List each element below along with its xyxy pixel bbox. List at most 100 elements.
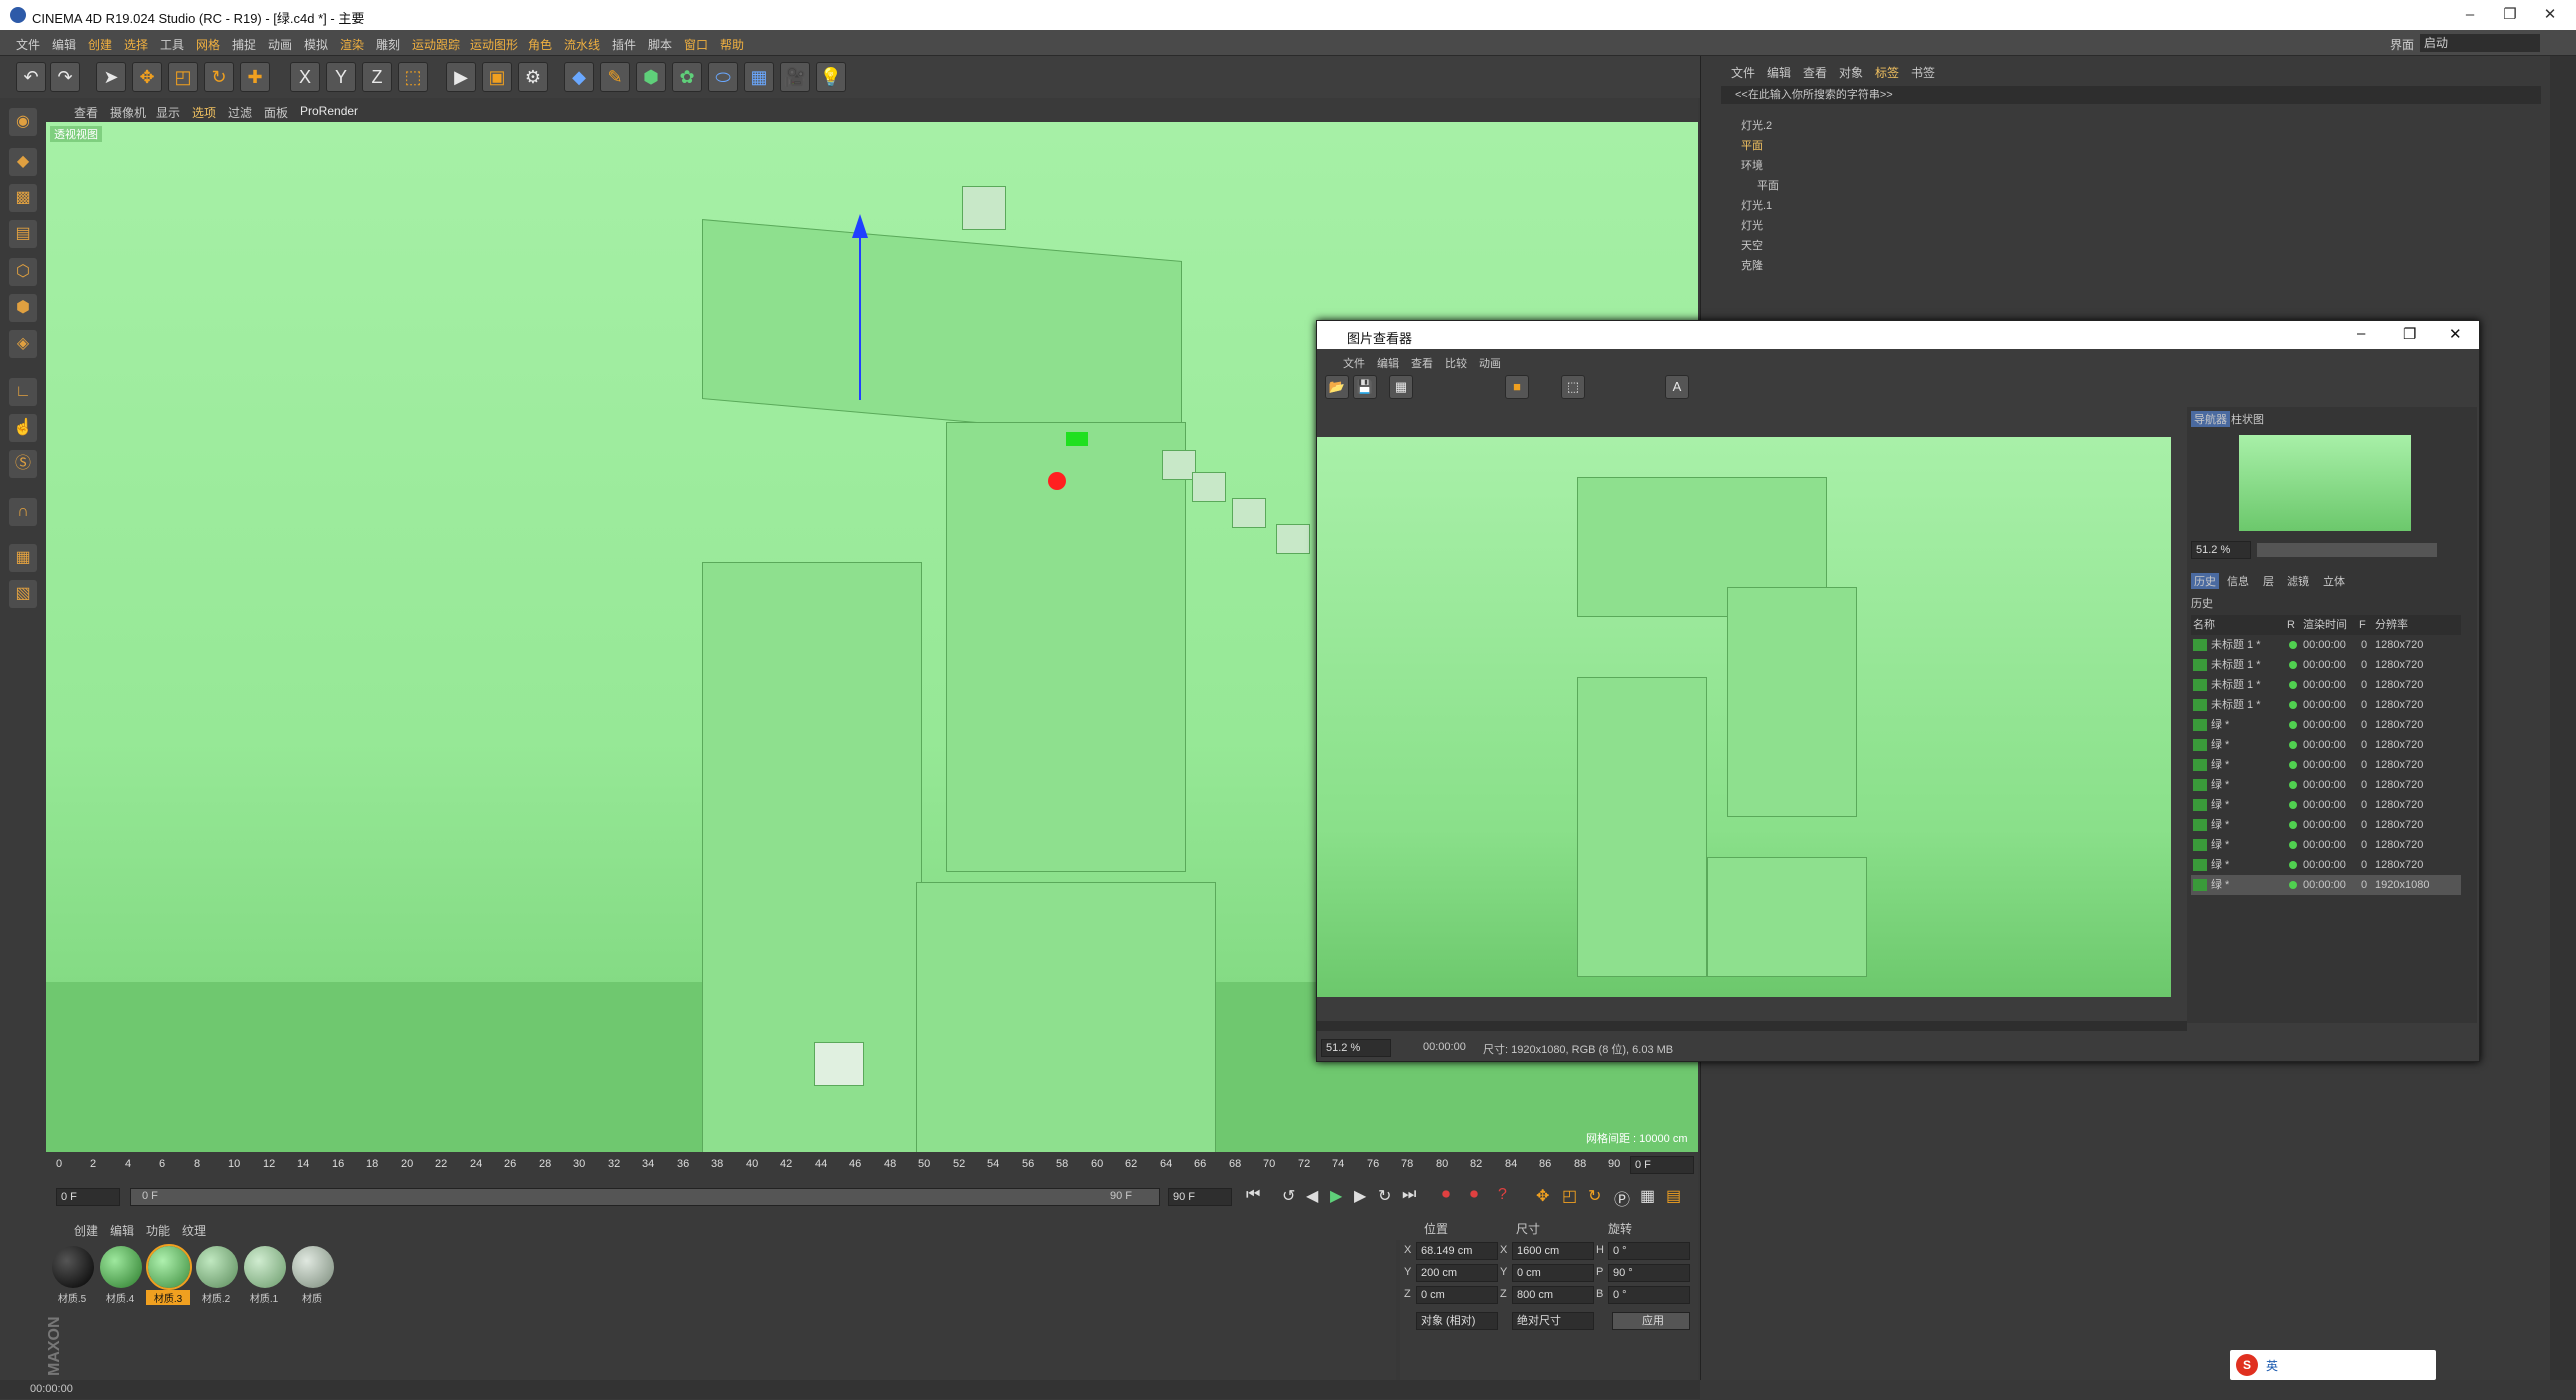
pv-menu-edit[interactable]: 编辑 — [1377, 355, 1399, 371]
size-z-field[interactable]: 800 cm — [1512, 1286, 1594, 1304]
gizmo-y-axis[interactable] — [859, 220, 861, 400]
material-swatch[interactable] — [292, 1246, 334, 1288]
menu-character[interactable]: 角色 — [528, 36, 552, 53]
history-row[interactable]: 未标题 1 * 00:00:00 0 1280x720 — [2191, 635, 2461, 655]
vp-menu-options[interactable]: 选项 — [192, 104, 216, 121]
camera-icon[interactable]: 🎥 — [780, 62, 810, 92]
mat-menu-function[interactable]: 功能 — [146, 1222, 170, 1239]
gizmo-z-handle-icon[interactable] — [1066, 432, 1088, 446]
next-key-icon[interactable]: ↻ — [1378, 1186, 1391, 1206]
vp-menu-panel[interactable]: 面板 — [264, 104, 288, 121]
timeline-ticks[interactable]: 0 2 4 6 8 10 12 14 16 18 20 22 24 26 28 … — [46, 1154, 1646, 1174]
object-row[interactable]: 灯光.1 — [1741, 196, 1772, 216]
subdivision-icon[interactable]: ⬢ — [636, 62, 666, 92]
sogou-logo-icon[interactable]: S — [2236, 1354, 2258, 1376]
z-axis-button[interactable]: Z — [362, 62, 392, 92]
navigator-zoom-field[interactable]: 51.2 % — [2191, 541, 2251, 559]
tab-info[interactable]: 信息 — [2227, 573, 2249, 589]
menu-animate[interactable]: 动画 — [268, 36, 292, 53]
pv-menu-animate[interactable]: 动画 — [1479, 355, 1501, 371]
key-rotation-icon[interactable]: ↻ — [1588, 1186, 1601, 1206]
menu-pipeline[interactable]: 流水线 — [564, 36, 600, 53]
maximize-icon[interactable]: ❐ — [2490, 4, 2530, 26]
cube-icon[interactable]: ◆ — [564, 62, 594, 92]
fit-icon[interactable]: ▦ — [1389, 375, 1413, 399]
apply-button[interactable]: 应用 — [1612, 1312, 1690, 1330]
object-row[interactable]: 天空 — [1741, 236, 1763, 256]
key-pla-icon[interactable]: ▦ — [1640, 1186, 1655, 1206]
layout-dropdown[interactable]: 启动 — [2420, 34, 2540, 52]
material-swatch-selected[interactable] — [146, 1244, 192, 1290]
obj-menu-bookmarks[interactable]: 书签 — [1911, 64, 1935, 81]
render-region-icon[interactable]: ⬚ — [1561, 375, 1585, 399]
redo-icon[interactable]: ↷ — [50, 62, 80, 92]
light-icon[interactable]: 💡 — [816, 62, 846, 92]
vp-menu-prorender[interactable]: ProRender — [300, 104, 358, 118]
size-x-field[interactable]: 1600 cm — [1512, 1242, 1594, 1260]
material-swatch[interactable] — [52, 1246, 94, 1288]
size-mode-dropdown[interactable]: 绝对尺寸 — [1512, 1312, 1594, 1330]
menu-render[interactable]: 渲染 — [340, 36, 364, 53]
key-position-icon[interactable]: ✥ — [1536, 1186, 1549, 1206]
minimize-icon[interactable]: – — [2450, 4, 2490, 26]
keyframe-selection-icon[interactable]: ? — [1498, 1186, 1507, 1204]
mat-menu-edit[interactable]: 编辑 — [110, 1222, 134, 1239]
rendered-image[interactable] — [1317, 437, 2171, 997]
render-view-icon[interactable]: ▶ — [446, 62, 476, 92]
gizmo-x-handle-icon[interactable] — [1048, 472, 1066, 490]
pv-menu-view[interactable]: 查看 — [1411, 355, 1433, 371]
menu-sculpt[interactable]: 雕刻 — [376, 36, 400, 53]
tab-stereo[interactable]: 立体 — [2323, 573, 2345, 589]
gizmo-y-arrow-icon[interactable] — [852, 214, 868, 238]
save-icon[interactable]: 💾 — [1353, 375, 1377, 399]
history-row[interactable]: 绿 * 00:00:00 0 1280x720 — [2191, 735, 2461, 755]
record-icon[interactable]: ⏺ — [1442, 1186, 1450, 1204]
timeline-window-icon[interactable]: ▤ — [1666, 1186, 1681, 1206]
compare-ab-icon[interactable]: A — [1665, 375, 1689, 399]
tweak-mode-icon[interactable]: ☝ — [9, 414, 37, 442]
end-frame-field[interactable]: 90 F — [1168, 1188, 1232, 1206]
history-row[interactable]: 绿 * 00:00:00 0 1280x720 — [2191, 855, 2461, 875]
object-row[interactable]: 环境 — [1741, 156, 1763, 176]
tab-histogram[interactable]: 柱状图 — [2231, 411, 2264, 427]
menu-mograph[interactable]: 运动图形 — [470, 36, 518, 53]
pv-minimize-icon[interactable]: – — [2357, 325, 2365, 342]
magnet-icon[interactable]: ∩ — [9, 498, 37, 526]
vp-menu-filter[interactable]: 过滤 — [228, 104, 252, 121]
menu-mesh[interactable]: 网格 — [196, 36, 220, 53]
obj-menu-file[interactable]: 文件 — [1731, 64, 1755, 81]
history-row[interactable]: 绿 * 00:00:00 0 1920x1080 — [2191, 875, 2461, 895]
key-scale-icon[interactable]: ◰ — [1562, 1186, 1577, 1206]
menu-script[interactable]: 脚本 — [648, 36, 672, 53]
close-icon[interactable]: ✕ — [2530, 4, 2570, 26]
play-icon[interactable]: ▶ — [1330, 1186, 1342, 1206]
texture-mode-icon[interactable]: ▩ — [9, 184, 37, 212]
obj-menu-edit[interactable]: 编辑 — [1767, 64, 1791, 81]
open-icon[interactable]: 📂 — [1325, 375, 1349, 399]
navigator-zoom-slider[interactable] — [2257, 543, 2437, 557]
menu-select[interactable]: 选择 — [124, 36, 148, 53]
range-slider[interactable] — [130, 1188, 1160, 1206]
history-row[interactable]: 绿 * 00:00:00 0 1280x720 — [2191, 775, 2461, 795]
next-frame-icon[interactable]: ▶ — [1354, 1186, 1366, 1206]
vp-menu-camera[interactable]: 摄像机 — [110, 104, 146, 121]
x-axis-button[interactable]: X — [290, 62, 320, 92]
history-row[interactable]: 绿 * 00:00:00 0 1280x720 — [2191, 715, 2461, 735]
pv-menu-file[interactable]: 文件 — [1343, 355, 1365, 371]
tab-filter[interactable]: 滤镜 — [2287, 573, 2309, 589]
pos-x-field[interactable]: 68.149 cm — [1416, 1242, 1498, 1260]
rot-b-field[interactable]: 0 ° — [1608, 1286, 1690, 1304]
go-start-icon[interactable]: ⏮ — [1246, 1186, 1260, 1204]
edges-mode-icon[interactable]: ⬢ — [9, 294, 37, 322]
pv-close-icon[interactable]: ✕ — [2449, 325, 2462, 343]
pos-z-field[interactable]: 0 cm — [1416, 1286, 1498, 1304]
points-mode-icon[interactable]: ⬡ — [9, 258, 37, 286]
grid-icon[interactable]: ▦ — [9, 544, 37, 572]
material-swatch[interactable] — [244, 1246, 286, 1288]
mat-menu-texture[interactable]: 纹理 — [182, 1222, 206, 1239]
polygons-mode-icon[interactable]: ◈ — [9, 330, 37, 358]
y-axis-button[interactable]: Y — [326, 62, 356, 92]
workplane-icon[interactable]: ▤ — [9, 220, 37, 248]
menu-simulate[interactable]: 模拟 — [304, 36, 328, 53]
obj-menu-tags[interactable]: 标签 — [1875, 64, 1899, 81]
